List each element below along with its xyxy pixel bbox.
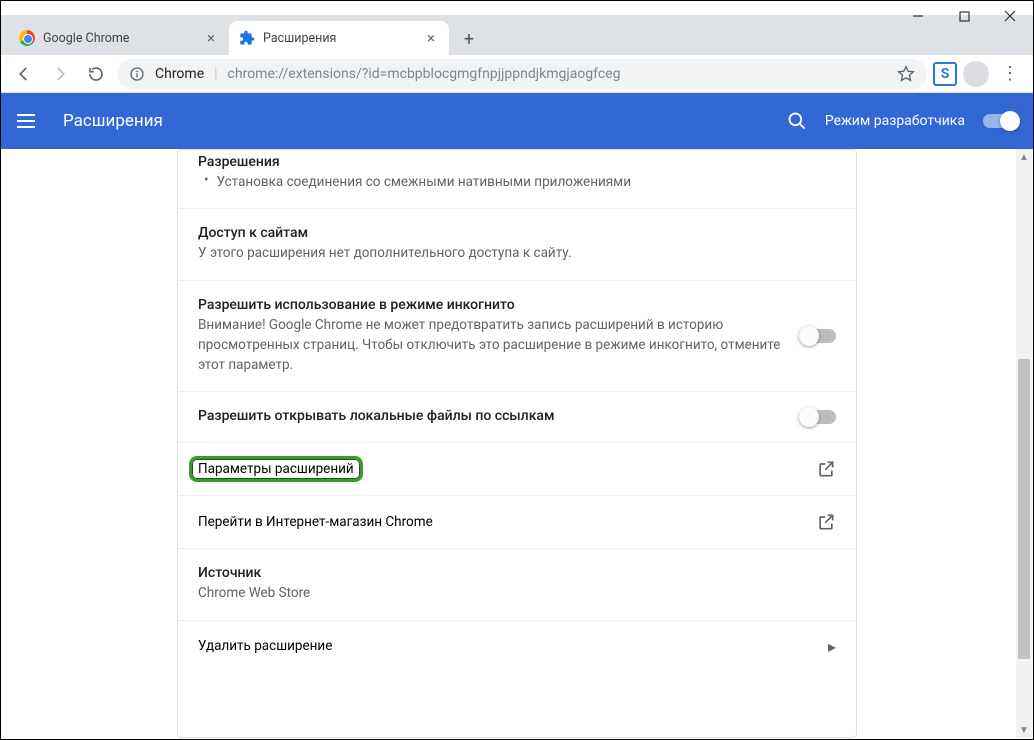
browser-toolbar: Chrome | chrome://extensions/?id=mcbpblo… <box>1 55 1033 93</box>
file-urls-toggle[interactable] <box>802 410 836 424</box>
window-minimize-button[interactable] <box>895 1 941 31</box>
source-heading: Источник <box>198 565 836 581</box>
dev-mode-toggle[interactable] <box>983 114 1017 128</box>
bookmark-star-icon[interactable] <box>897 65 915 83</box>
window-close-button[interactable] <box>987 1 1033 31</box>
file-urls-heading: Разрешить открывать локальные файлы по с… <box>198 408 782 424</box>
tab-title: Google Chrome <box>43 31 129 46</box>
tab-strip: Google Chrome × Расширения × + <box>1 15 1033 55</box>
vertical-scrollbar[interactable]: ▲ ▼ <box>1016 149 1032 738</box>
menu-icon[interactable] <box>17 109 41 133</box>
reload-button[interactable] <box>81 59 111 89</box>
incognito-heading: Разрешить использование в режиме инкогни… <box>198 297 782 313</box>
new-tab-button[interactable]: + <box>455 25 483 53</box>
options-label-highlighted: Параметры расширений <box>189 456 363 482</box>
remove-extension-button[interactable]: Удалить расширение ▸ <box>178 620 856 672</box>
extensions-header: Расширения Режим разработчика <box>1 93 1033 149</box>
dev-mode-label: Режим разработчика <box>825 113 965 129</box>
address-bar[interactable]: Chrome | chrome://extensions/?id=mcbpblo… <box>117 59 927 89</box>
scroll-down-arrow-icon[interactable]: ▼ <box>1016 722 1032 738</box>
site-info-icon[interactable] <box>129 66 145 82</box>
webstore-label: Перейти в Интернет-магазин Chrome <box>198 514 433 530</box>
incognito-description: Внимание! Google Chrome не может предотв… <box>198 315 782 376</box>
extension-detail-card: Разрешения Установка соединения со смежн… <box>177 149 857 738</box>
tab-close-button[interactable]: × <box>203 30 219 46</box>
profile-avatar[interactable] <box>963 61 989 87</box>
tab-title: Расширения <box>263 31 336 46</box>
extensions-favicon-icon <box>239 30 255 46</box>
extension-options-link[interactable]: Параметры расширений <box>178 442 856 495</box>
site-access-description: У этого расширения нет дополнительного д… <box>198 243 836 263</box>
chrome-webstore-link[interactable]: Перейти в Интернет-магазин Chrome <box>178 495 856 548</box>
permissions-item: Установка соединения со смежными нативны… <box>217 172 631 192</box>
browser-tab[interactable]: Google Chrome × <box>9 21 229 55</box>
browser-menu-button[interactable]: ⋮ <box>995 59 1025 89</box>
remove-label: Удалить расширение <box>198 638 332 654</box>
search-icon[interactable] <box>787 111 807 131</box>
scrollbar-thumb[interactable] <box>1018 359 1030 659</box>
chevron-right-icon: ▸ <box>828 637 836 656</box>
source-value: Chrome Web Store <box>198 583 836 603</box>
open-external-icon <box>816 459 836 479</box>
url-path: chrome://extensions/?id=mcbpblocgmgfnpjj… <box>228 66 621 82</box>
site-access-heading: Доступ к сайтам <box>198 225 836 241</box>
browser-tab-active[interactable]: Расширения × <box>229 21 449 55</box>
page-title: Расширения <box>63 111 163 131</box>
window-maximize-button[interactable] <box>941 1 987 31</box>
back-button[interactable] <box>9 59 39 89</box>
options-label-text: Параметры расширений <box>198 461 354 477</box>
url-host: Chrome <box>155 66 204 82</box>
extension-s-icon[interactable]: S <box>933 62 957 86</box>
tab-close-button[interactable]: × <box>423 30 439 46</box>
chrome-favicon-icon <box>19 30 35 46</box>
forward-button[interactable] <box>45 59 75 89</box>
scroll-up-arrow-icon[interactable]: ▲ <box>1016 149 1032 165</box>
permissions-heading: Разрешения <box>198 154 836 170</box>
open-external-icon <box>816 512 836 532</box>
incognito-toggle[interactable] <box>802 329 836 343</box>
